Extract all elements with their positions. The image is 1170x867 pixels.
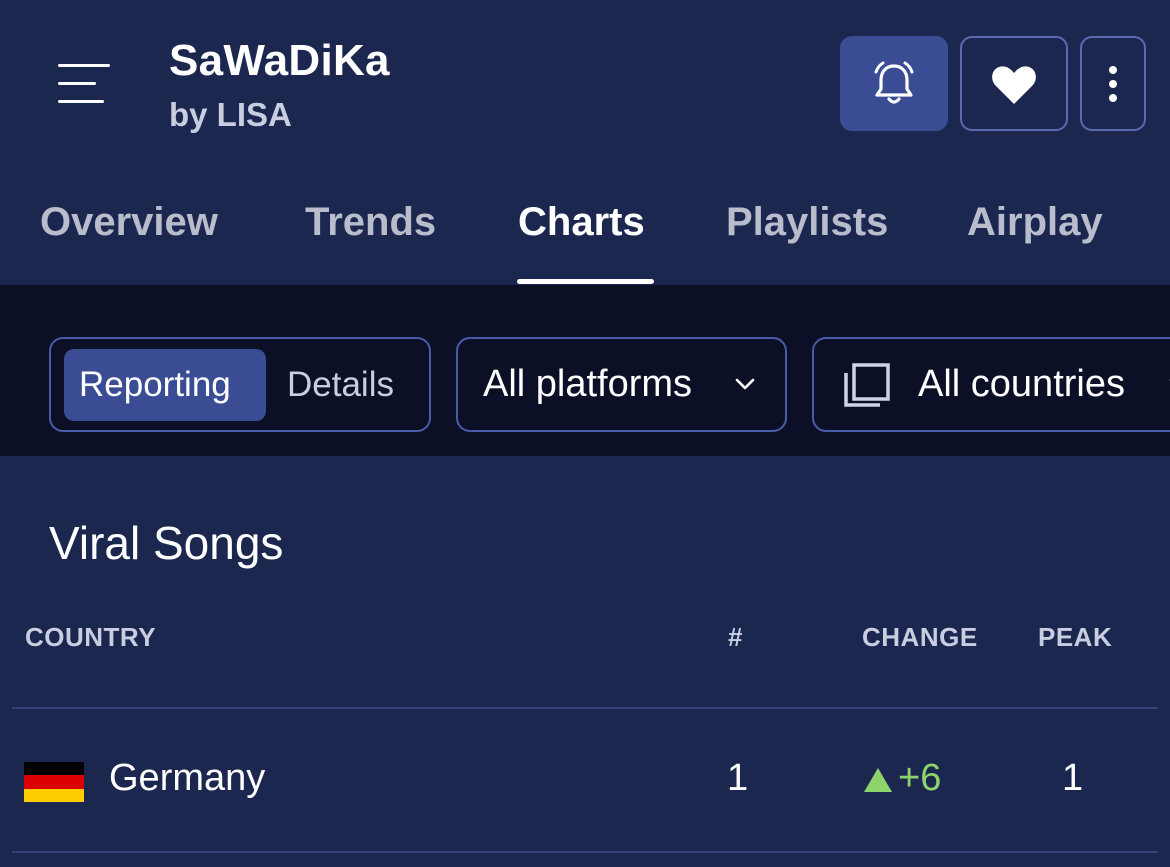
table-divider xyxy=(12,851,1158,853)
countries-dropdown-label: All countries xyxy=(918,363,1125,405)
column-header-rank: # xyxy=(728,622,743,652)
song-title: SaWaDiKa xyxy=(169,36,390,85)
view-toggle: Reporting Details xyxy=(49,337,431,432)
platforms-dropdown[interactable]: All platforms xyxy=(456,337,787,432)
menu-icon[interactable] xyxy=(52,56,114,112)
tab-overview[interactable]: Overview xyxy=(40,200,218,245)
column-header-peak: PEAK xyxy=(1038,622,1113,652)
bell-icon xyxy=(874,61,914,104)
details-toggle[interactable]: Details xyxy=(287,337,394,432)
favorite-button[interactable] xyxy=(960,36,1068,131)
tab-airplay[interactable]: Airplay xyxy=(967,200,1103,245)
row-country: Germany xyxy=(109,757,266,799)
more-vertical-icon xyxy=(1109,65,1117,102)
tab-trends[interactable]: Trends xyxy=(305,200,436,245)
row-rank: 1 xyxy=(727,757,749,799)
column-header-country: COUNTRY xyxy=(25,622,157,652)
more-options-button[interactable] xyxy=(1080,36,1146,131)
notifications-button[interactable] xyxy=(840,36,948,131)
artist-name[interactable]: by LISA xyxy=(169,96,292,134)
table-divider xyxy=(12,707,1158,709)
reporting-toggle[interactable]: Reporting xyxy=(79,337,231,432)
active-tab-indicator xyxy=(517,279,654,284)
row-change: +6 xyxy=(898,757,942,799)
column-header-change: CHANGE xyxy=(862,622,978,652)
row-peak: 1 xyxy=(1062,757,1084,799)
collection-icon xyxy=(844,363,890,407)
arrow-up-icon xyxy=(864,768,892,792)
germany-flag-icon xyxy=(24,762,84,802)
tab-charts[interactable]: Charts xyxy=(518,200,645,245)
tab-playlists[interactable]: Playlists xyxy=(726,200,888,245)
platforms-dropdown-label: All platforms xyxy=(483,363,693,405)
heart-icon xyxy=(992,65,1036,104)
chevron-down-icon xyxy=(735,378,755,390)
countries-dropdown[interactable]: All countries xyxy=(812,337,1170,432)
section-title: Viral Songs xyxy=(49,517,284,569)
